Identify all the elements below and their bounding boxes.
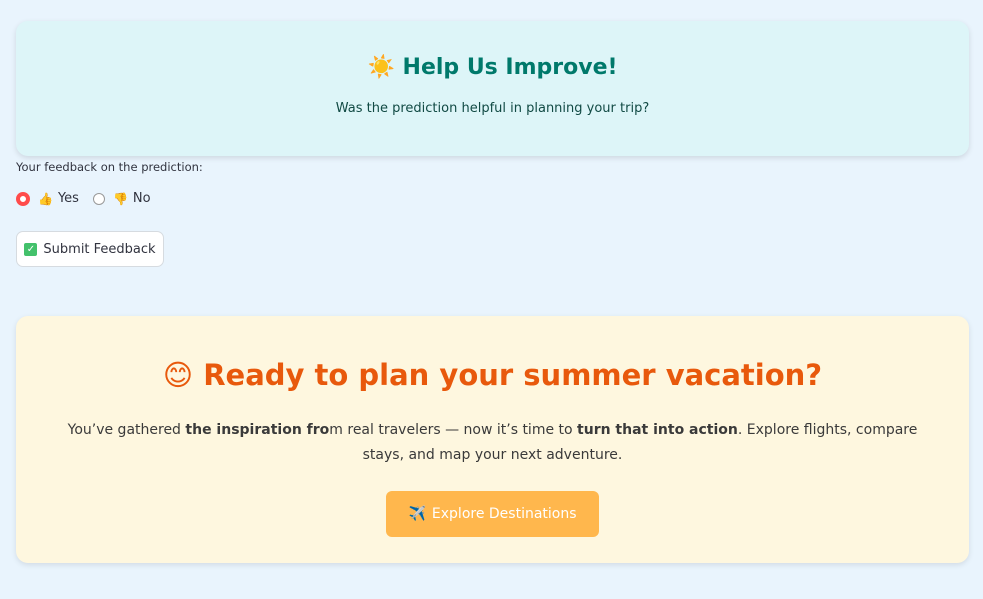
thumbs-up-icon: 👍 xyxy=(38,191,53,206)
feedback-label: Your feedback on the prediction: xyxy=(16,160,203,174)
feedback-title-text: Help Us Improve! xyxy=(402,55,618,80)
radio-no-label: No xyxy=(132,191,151,206)
feedback-radio-group: 👍 Yes 👎 No xyxy=(16,191,165,206)
airplane-icon: ✈️ xyxy=(408,506,426,522)
sun-icon: ☀️ xyxy=(367,55,395,80)
radio-yes[interactable]: 👍 Yes xyxy=(16,191,79,206)
radio-no[interactable]: 👎 No xyxy=(92,191,151,206)
radio-yes-label: Yes xyxy=(57,191,79,206)
feedback-title: ☀️ Help Us Improve! xyxy=(16,55,969,80)
cta-text: You’ve gathered the inspiration from rea… xyxy=(56,418,929,468)
submit-feedback-label: Submit Feedback xyxy=(43,241,156,257)
radio-unselected-indicator[interactable] xyxy=(92,192,105,205)
summer-vacation-card: 😊 Ready to plan your summer vacation? Yo… xyxy=(16,316,969,563)
help-us-improve-card: ☀️ Help Us Improve! Was the prediction h… xyxy=(16,21,969,156)
cta-title-text: Ready to plan your summer vacation? xyxy=(203,358,823,392)
cta-text-part: m real travelers — now it’s time to xyxy=(329,422,578,438)
cta-text-bold: turn that into action xyxy=(577,422,738,438)
smiling-sun-icon: 😊 xyxy=(162,358,194,392)
thumbs-down-icon: 👎 xyxy=(112,191,128,206)
radio-selected-indicator[interactable] xyxy=(16,191,30,206)
cta-title: 😊 Ready to plan your summer vacation? xyxy=(16,358,969,392)
cta-text-bold: the inspiration fro xyxy=(185,422,330,438)
feedback-subtitle: Was the prediction helpful in planning y… xyxy=(335,101,650,116)
explore-destinations-label: Explore Destinations xyxy=(431,506,577,522)
cta-text-part: You’ve gathered xyxy=(67,422,186,438)
explore-destinations-button[interactable]: ✈️ Explore Destinations xyxy=(386,491,599,537)
submit-feedback-button[interactable]: ✓ Submit Feedback xyxy=(16,231,164,267)
checkmark-icon: ✓ xyxy=(24,242,38,256)
